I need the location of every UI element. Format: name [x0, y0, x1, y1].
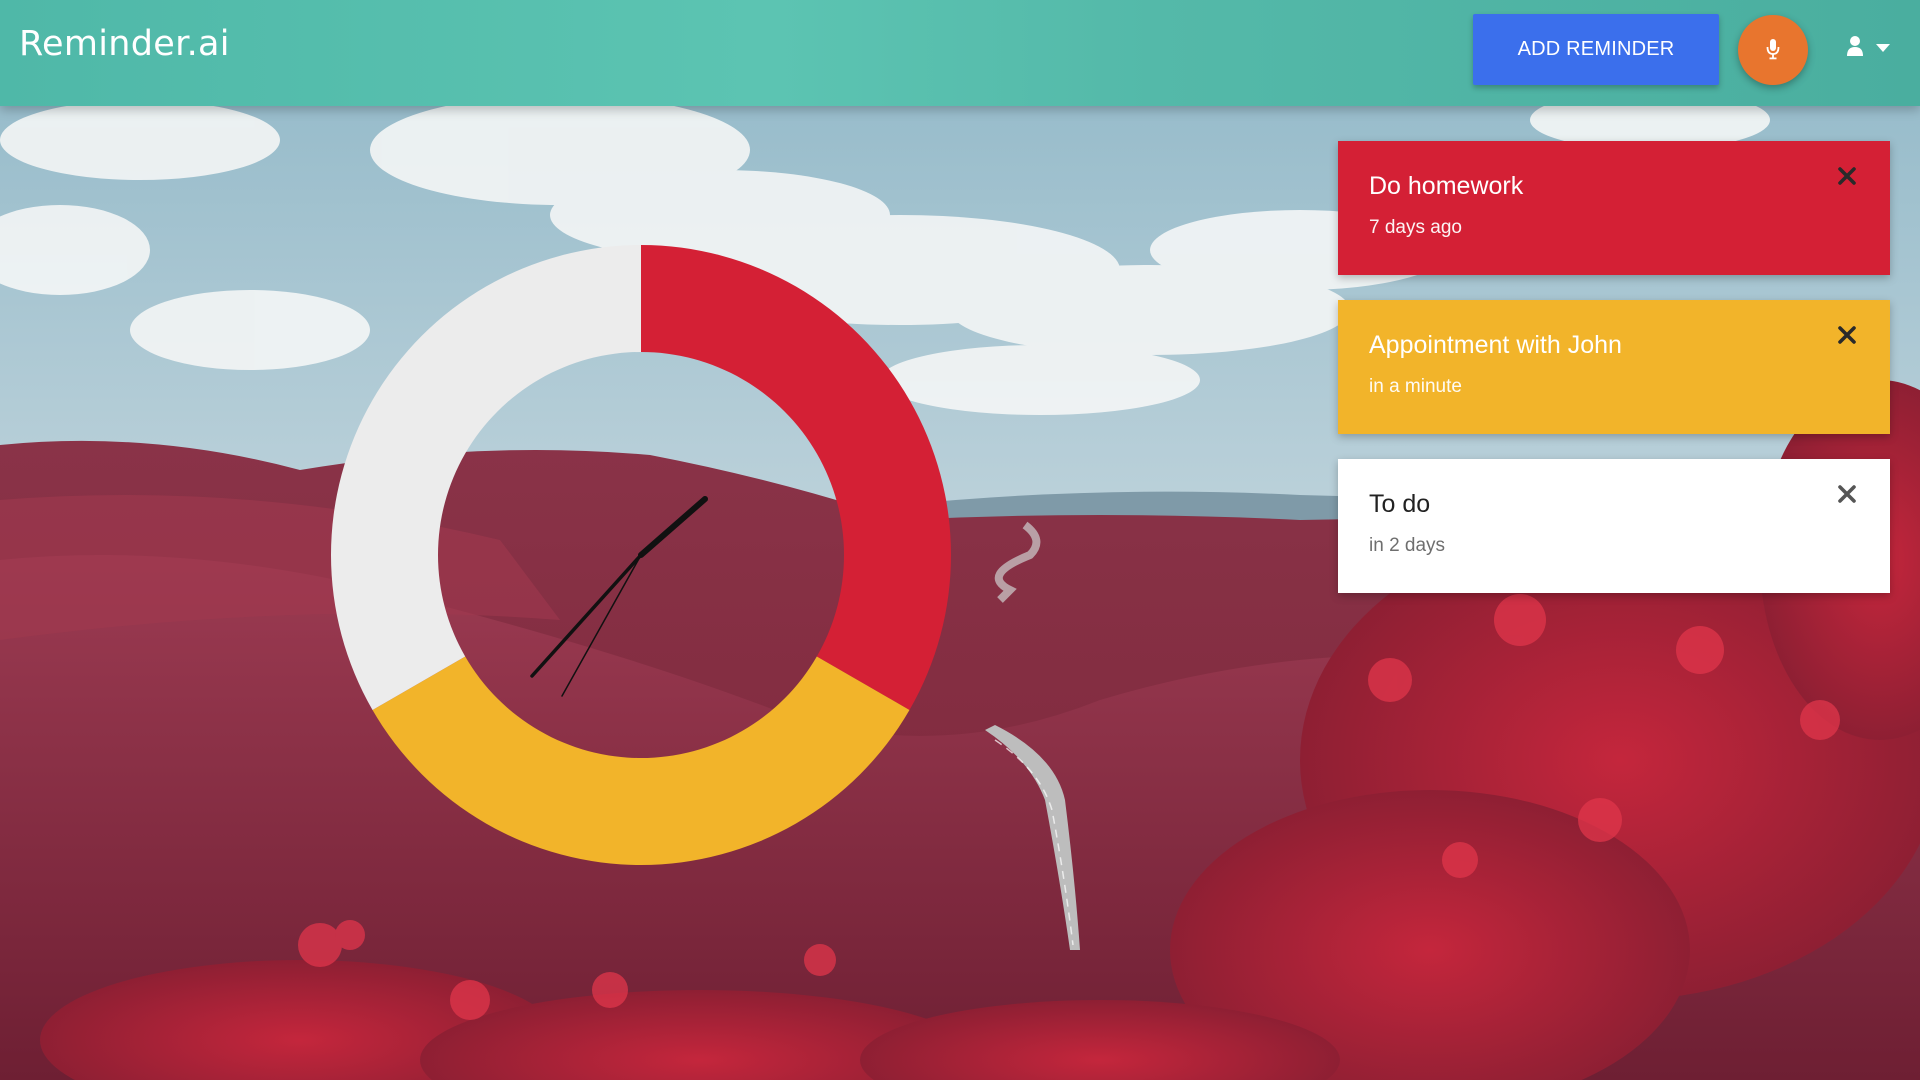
user-icon: [1846, 35, 1864, 62]
clock-segment-soon: [372, 656, 910, 865]
minute-hand: [530, 553, 643, 678]
reminder-title: To do: [1369, 490, 1431, 518]
close-icon[interactable]: [1834, 322, 1860, 348]
close-icon[interactable]: [1834, 163, 1860, 189]
reminder-time: in 2 days: [1369, 535, 1446, 556]
reminder-card[interactable]: Appointment with John in a minute: [1338, 300, 1890, 434]
add-reminder-button[interactable]: ADD REMINDER: [1473, 14, 1719, 85]
reminder-title: Appointment with John: [1369, 331, 1622, 359]
reminder-time: 7 days ago: [1369, 217, 1462, 238]
reminder-time: in a minute: [1369, 376, 1462, 397]
microphone-icon: [1765, 38, 1781, 63]
reminder-card[interactable]: To do in 2 days: [1338, 459, 1890, 593]
close-icon[interactable]: [1834, 481, 1860, 507]
top-bar: Reminder.ai ADD REMINDER: [0, 0, 1920, 106]
clock-hands: [530, 496, 708, 697]
clock-segment-overdue: [641, 245, 951, 710]
app-logo[interactable]: Reminder.ai: [19, 24, 230, 64]
reminder-clock: [331, 245, 951, 865]
voice-input-button[interactable]: [1738, 15, 1808, 85]
hour-hand: [638, 496, 708, 558]
reminder-card[interactable]: Do homework 7 days ago: [1338, 141, 1890, 275]
clock-segment-empty: [331, 245, 641, 710]
user-menu[interactable]: [1846, 33, 1906, 63]
reminder-title: Do homework: [1369, 172, 1524, 200]
caret-down-icon: [1876, 39, 1890, 57]
second-hand: [561, 554, 642, 697]
